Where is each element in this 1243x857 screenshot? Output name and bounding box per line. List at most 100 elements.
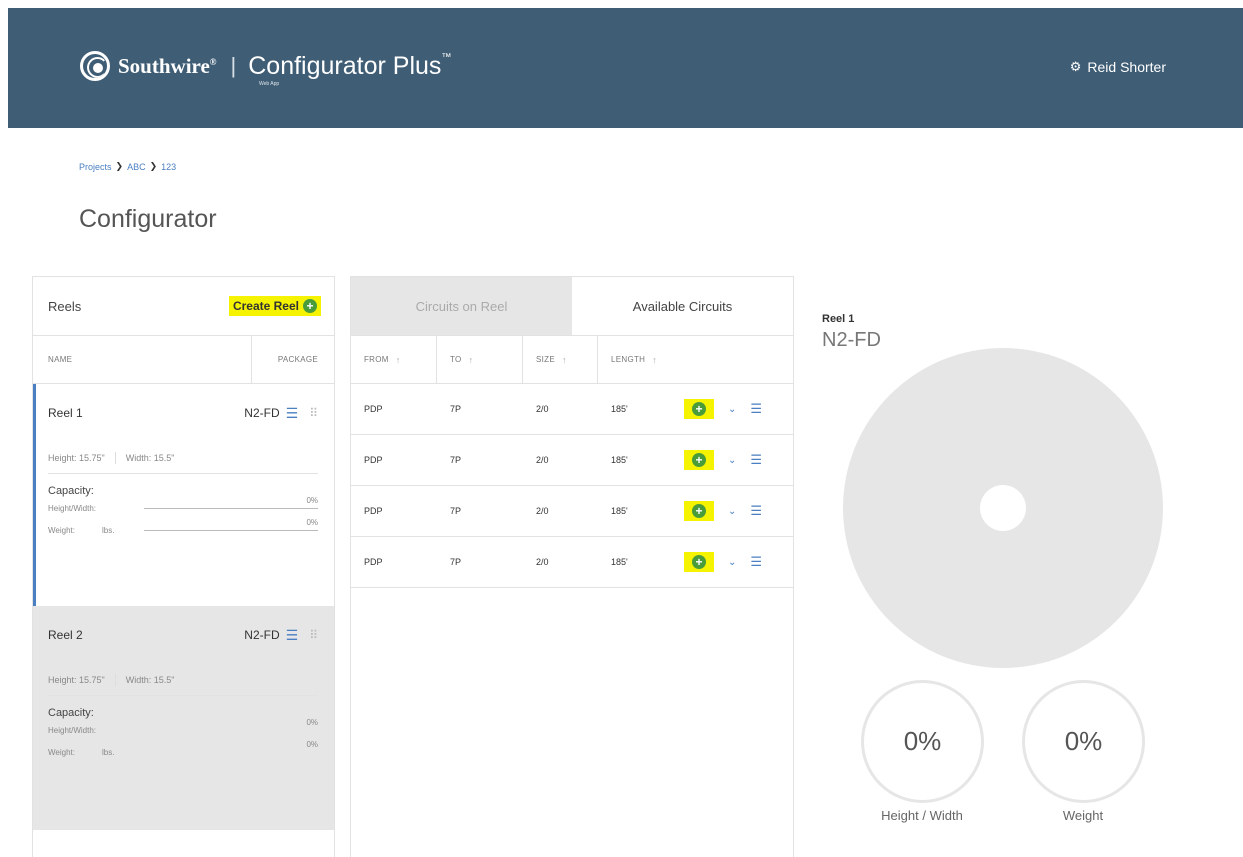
add-circuit-button[interactable]: + [684,450,714,470]
plus-circle-icon: + [692,555,706,569]
add-circuit-button[interactable]: + [684,501,714,521]
cell-length: 185' [611,506,628,516]
drag-handle-icon[interactable]: ⠿ [309,628,318,642]
chevron-down-icon[interactable]: ⌄ [728,404,736,415]
chevron-down-icon[interactable]: ⌄ [728,506,736,517]
capacity-hw-row: Height/Width: 0% [48,496,318,519]
table-row: PDP 7P 2/0 185' + ⌄ ☰ [351,384,793,435]
sort-up-icon: ↑ [468,354,474,365]
cell-from: PDP [364,404,383,414]
reel-height: Height: 15.75" [48,674,105,685]
user-menu[interactable]: ⚙ Reid Shorter [1070,59,1166,75]
drag-handle-icon[interactable]: ⠿ [309,406,318,420]
chevron-right-icon: ❯ [115,161,124,171]
settings-sliders-icon[interactable]: ☰ [750,554,762,570]
create-reel-button[interactable]: Create Reel + [228,296,321,316]
capacity-weight-row: Weight: lbs. 0% [48,740,318,763]
app-header: Southwire® | Configurator Plus™ Web App … [8,8,1243,128]
capacity-hw-bar: 0% [144,718,318,731]
sort-up-icon: ↑ [395,354,401,365]
column-length[interactable]: LENGTH ↑ [598,336,793,383]
plus-circle-icon: + [692,402,706,416]
reel-height: Height: 15.75" [48,452,105,463]
reel-width: Width: 15.5" [125,452,175,463]
reel-diagram [843,348,1163,668]
add-circuit-button[interactable]: + [684,552,714,572]
column-size[interactable]: SIZE ↑ [523,336,598,383]
reel-width: Width: 15.5" [125,674,175,685]
cell-size: 2/0 [536,506,549,516]
chevron-down-icon[interactable]: ⌄ [728,557,736,568]
capacity-weight-bar: 0% [144,740,318,753]
circuits-panel: Circuits on Reel Available Circuits FROM… [350,276,794,857]
capacity-hw-bar: 0% [144,496,318,509]
logo[interactable]: Southwire® | Configurator Plus™ Web App [80,51,451,87]
capacity-weight-bar: 0% [144,518,318,531]
cell-size: 2/0 [536,455,549,465]
cell-to: 7P [450,506,462,516]
tab-circuits-on-reel[interactable]: Circuits on Reel [351,277,572,335]
add-circuit-button[interactable]: + [684,399,714,419]
app-subtitle: Web App [259,81,280,87]
create-reel-label: Create Reel [232,299,299,313]
divider [114,673,116,686]
chevron-right-icon: ❯ [149,161,158,171]
capacity-weight-unit: lbs. [102,747,115,757]
cell-length: 185' [611,455,628,465]
reels-title: Reels [48,298,82,314]
capacity-weight-pct: 0% [306,739,318,749]
chevron-down-icon[interactable]: ⌄ [728,455,736,466]
user-name: Reid Shorter [1087,59,1166,75]
reel-card-1[interactable]: Reel 1 N2-FD ☰ ⠿ Height: 15.75" Width: 1… [33,384,334,606]
southwire-globe-icon [80,51,110,81]
column-name[interactable]: NAME [33,355,251,364]
tab-available-circuits[interactable]: Available Circuits [572,277,793,335]
cell-size: 2/0 [536,557,549,567]
weight-gauge: 0% [1022,680,1145,803]
cell-from: PDP [364,506,383,516]
cell-to: 7P [450,557,462,567]
cell-length: 185' [611,557,628,567]
reel-name: Reel 1 [48,406,83,420]
cell-from: PDP [364,557,383,567]
capacity-hw-label: Height/Width: [48,503,97,513]
column-package[interactable]: PACKAGE [251,336,334,383]
page-title: Configurator [79,205,217,233]
table-row: PDP 7P 2/0 185' + ⌄ ☰ [351,486,793,537]
column-to[interactable]: TO ↑ [437,336,523,383]
reel-dimensions: Height: 15.75" Width: 15.5" [48,442,318,474]
reels-panel: Reels Create Reel + NAME PACKAGE Reel 1 … [32,276,335,857]
gear-icon: ⚙ [1069,59,1082,74]
breadcrumb-projects[interactable]: Projects [79,162,112,172]
weight-gauge-label: Weight [1062,808,1104,823]
settings-sliders-icon[interactable]: ☰ [750,401,762,417]
height-width-gauge-label: Height / Width [881,808,963,823]
reels-header: Reels Create Reel + [33,277,334,336]
cell-length: 185' [611,404,628,414]
plus-circle-icon: + [692,504,706,518]
settings-sliders-icon[interactable]: ☰ [286,405,299,422]
height-width-gauge: 0% [861,680,984,803]
capacity-title: Capacity: [48,707,94,719]
reel-hub [980,485,1026,531]
settings-sliders-icon[interactable]: ☰ [750,503,762,519]
settings-sliders-icon[interactable]: ☰ [750,452,762,468]
capacity-hw-pct: 0% [306,495,318,505]
brand-name: Southwire® [118,53,217,78]
capacity-weight-unit: lbs. [102,525,115,535]
cell-to: 7P [450,455,462,465]
selected-reel-name: Reel 1 [822,313,855,325]
divider [114,451,116,464]
circuit-tabs: Circuits on Reel Available Circuits [351,277,793,336]
sort-up-icon: ↑ [652,354,658,365]
breadcrumb-abc[interactable]: ABC [127,162,146,172]
breadcrumb-123[interactable]: 123 [161,162,176,172]
settings-sliders-icon[interactable]: ☰ [286,627,299,644]
reel-card-2[interactable]: Reel 2 N2-FD ☰ ⠿ Height: 15.75" Width: 1… [33,606,334,830]
sort-up-icon: ↑ [561,354,567,365]
column-from[interactable]: FROM ↑ [351,336,437,383]
reel-name: Reel 2 [48,628,83,642]
capacity-weight-label: Weight: [48,525,75,535]
brand-separator: | [230,53,237,78]
capacity-weight-row: Weight: lbs. 0% [48,518,318,541]
